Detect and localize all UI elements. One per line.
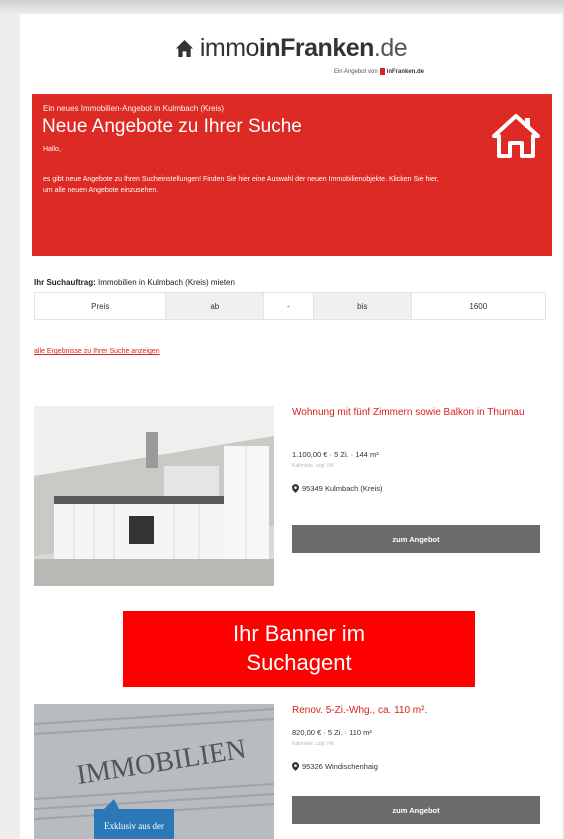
listing-price-note: Kaltmiete, zzgl. NK <box>292 741 335 747</box>
listing-price: 820,00 € · 5 Zi. · 110 m² <box>292 728 372 737</box>
filter-from: ab <box>166 293 265 319</box>
listing-image[interactable]: IMMOBILIEN Exklusiv aus der <box>34 704 274 839</box>
listing-image[interactable] <box>34 406 274 586</box>
logo[interactable]: immoinFranken.de Ein Angebot von inFrank… <box>20 34 562 90</box>
hero-kicker: Ein neues Immobilien-Angebot in Kulmbach… <box>43 104 224 113</box>
infranken-flag-icon <box>379 68 385 75</box>
listing-offer-button[interactable]: zum Angebot <box>292 525 540 553</box>
listing-price: 1.100,00 € · 5 Zi. · 144 m² <box>292 450 379 459</box>
filter-to: bis <box>313 293 412 319</box>
location-pin-icon <box>292 762 299 771</box>
listing-image-tag: Exklusiv aus der <box>104 821 164 831</box>
email-card: immoinFranken.de Ein Angebot von inFrank… <box>20 14 562 839</box>
all-results-link[interactable]: alle Ergebnisse zu Ihrer Suche anzeigen <box>34 348 160 355</box>
hero-banner: Ein neues Immobilien-Angebot in Kulmbach… <box>32 94 552 256</box>
filter-label: Preis <box>35 293 167 319</box>
listing-price-note: Kaltmiete, zzgl. NK <box>292 463 335 469</box>
logo-subtitle: Ein Angebot von inFranken.de <box>333 68 424 75</box>
search-summary: Ihr Suchauftrag: Immobilien in Kulmbach … <box>34 278 235 287</box>
logo-text: immoinFranken.de <box>199 34 408 62</box>
filter-separator: - <box>264 293 314 319</box>
listing-location: 95326 Windischenhaig <box>292 762 378 771</box>
ad-banner[interactable]: Ihr Banner im Suchagent <box>123 611 475 687</box>
hero-greeting: Hallo, <box>43 146 61 153</box>
hero-title: Neue Angebote zu Ihrer Suche <box>42 116 302 137</box>
hero-body: es gibt neue Angebote zu Ihren Sucheinst… <box>43 176 439 194</box>
listing-offer-button[interactable]: zum Angebot <box>292 796 540 824</box>
listing-title[interactable]: Renov. 5-Zi.-Whg., ca. 110 m². <box>292 704 542 717</box>
top-shadow <box>0 0 564 14</box>
filter-max-value: 1600 <box>411 293 546 319</box>
listing-location: 95349 Kulmbach (Kreis) <box>292 484 382 493</box>
house-icon <box>175 39 193 58</box>
price-filter: Preis ab - bis 1600 <box>34 292 546 320</box>
listing-title[interactable]: Wohnung mit fünf Zimmern sowie Balkon in… <box>292 406 542 419</box>
house-icon <box>492 114 540 158</box>
location-pin-icon <box>292 484 299 493</box>
